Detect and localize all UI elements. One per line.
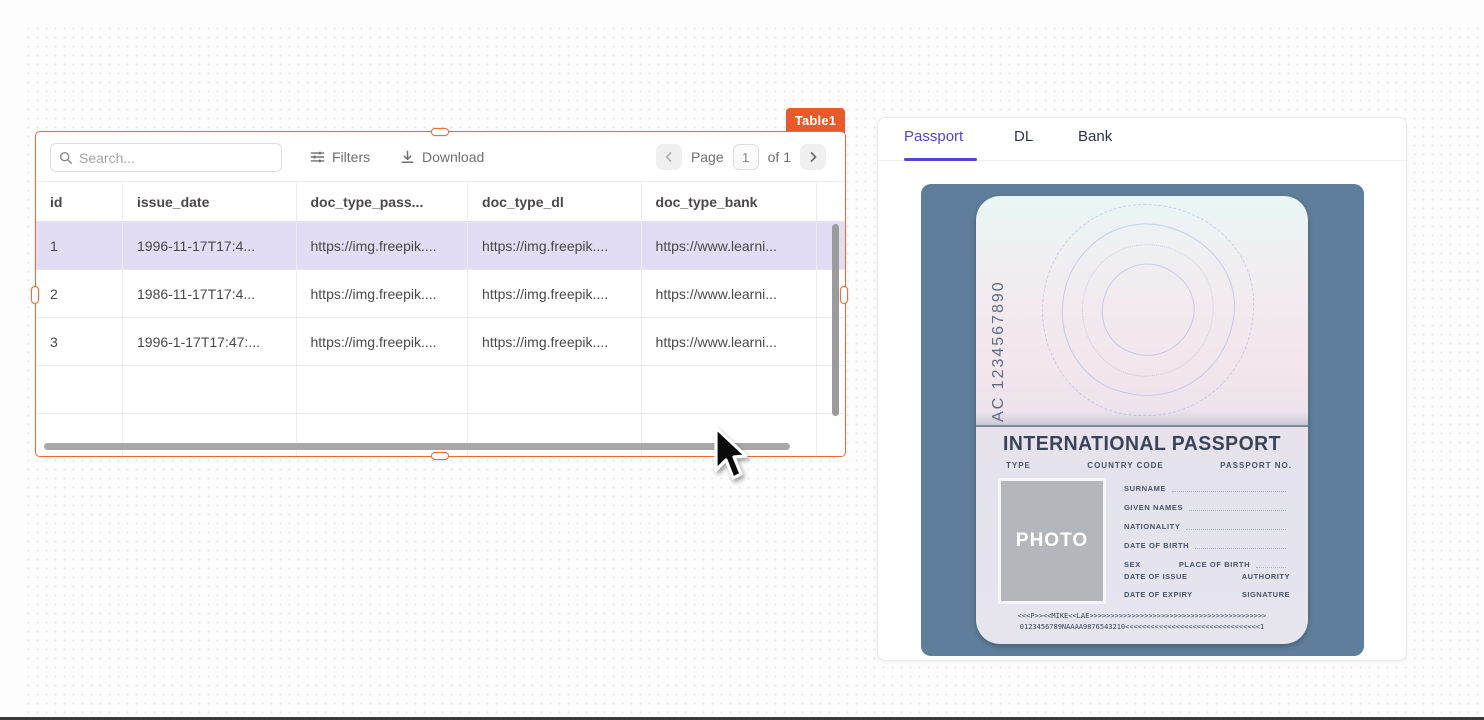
passport-fold xyxy=(976,412,1308,425)
photo-label: PHOTO xyxy=(1016,530,1088,552)
next-page-button[interactable] xyxy=(800,144,826,170)
table-toolbar: Filters Download Page of 1 xyxy=(36,132,845,182)
surname-label: SURNAME xyxy=(1124,484,1166,493)
page-label: Page xyxy=(691,149,724,165)
passport-header-fields: TYPE COUNTRY CODE PASSPORT NO. xyxy=(1006,461,1292,470)
passport-issue-fields: DATE OF ISSUE AUTHORITY DATE OF EXPIRY S… xyxy=(1124,572,1290,608)
column-header-doc-type-dl[interactable]: doc_type_dl xyxy=(468,182,642,221)
document-preview-card: Passport DL Bank AC 1234567890 INTERNATI… xyxy=(877,117,1407,661)
column-header-doc-type-bank[interactable]: doc_type_bank xyxy=(642,182,817,221)
resize-handle-right[interactable] xyxy=(840,286,848,304)
tab-bank[interactable]: Bank xyxy=(1078,128,1112,145)
cell-doc-type-dl[interactable]: https://img.freepik.... xyxy=(468,318,642,366)
date-of-birth-label: DATE OF BIRTH xyxy=(1124,541,1189,550)
chevron-right-icon xyxy=(807,151,819,163)
cell-doc-type-bank[interactable]: https://www.learni... xyxy=(642,270,817,318)
cell-doc-type-bank[interactable]: https://www.learni... xyxy=(642,318,817,366)
mouse-cursor-icon xyxy=(712,426,750,484)
cell-issue-date[interactable]: 1996-1-17T17:47:... xyxy=(123,318,297,366)
page-number-input[interactable] xyxy=(733,144,759,170)
cell-doc-type-pass[interactable]: https://img.freepik.... xyxy=(297,222,469,270)
mrz-line-1: <<<P>><<MIKE<<LAE>>>>>>>>>>>>>>>>>>>>>>>… xyxy=(976,611,1308,622)
cell-overflow xyxy=(817,222,845,270)
sex-label: SEX xyxy=(1124,560,1141,569)
country-code-label: COUNTRY CODE xyxy=(1087,461,1163,470)
download-button[interactable]: Download xyxy=(400,142,484,172)
table-row[interactable]: 2 1986-11-17T17:4... https://img.freepik… xyxy=(36,270,845,318)
date-of-expiry-label: DATE OF EXPIRY xyxy=(1124,590,1193,608)
active-tab-indicator xyxy=(904,158,977,161)
resize-handle-left[interactable] xyxy=(31,286,39,304)
column-header-overflow xyxy=(817,182,845,221)
signature-label: SIGNATURE xyxy=(1242,590,1290,608)
tab-passport[interactable]: Passport xyxy=(904,128,963,145)
cell-id[interactable]: 1 xyxy=(36,222,123,270)
photo-placeholder: PHOTO xyxy=(998,478,1106,604)
cell-doc-type-pass[interactable]: https://img.freepik.... xyxy=(297,318,469,366)
type-label: TYPE xyxy=(1006,461,1031,470)
resize-handle-bottom[interactable] xyxy=(431,452,449,460)
filters-label: Filters xyxy=(332,149,370,165)
nationality-label: NATIONALITY xyxy=(1124,522,1180,531)
table-row[interactable]: 3 1996-1-17T17:47:... https://img.freepi… xyxy=(36,318,845,366)
cell-doc-type-dl[interactable]: https://img.freepik.... xyxy=(468,270,642,318)
filters-button[interactable]: Filters xyxy=(310,142,370,172)
table-row[interactable]: 1 1996-11-17T17:4... https://img.freepik… xyxy=(36,222,845,270)
resize-handle-top[interactable] xyxy=(431,128,449,136)
passport-title: INTERNATIONAL PASSPORT xyxy=(981,433,1303,456)
widget-name-tag[interactable]: Table1 xyxy=(786,108,845,133)
cell-doc-type-dl[interactable]: https://img.freepik.... xyxy=(468,222,642,270)
cell-id[interactable]: 2 xyxy=(36,270,123,318)
passport-no-label: PASSPORT NO. xyxy=(1220,461,1292,470)
pagination: Page of 1 xyxy=(656,144,826,170)
cell-overflow xyxy=(817,318,845,366)
cell-issue-date[interactable]: 1986-11-17T17:4... xyxy=(123,270,297,318)
date-of-issue-label: DATE OF ISSUE xyxy=(1124,572,1187,590)
table-body: 1 1996-11-17T17:4... https://img.freepik… xyxy=(36,222,845,456)
search-box[interactable] xyxy=(50,143,282,172)
vertical-scrollbar[interactable] xyxy=(832,224,839,416)
given-names-label: GIVEN NAMES xyxy=(1124,503,1183,512)
passport-fields: SURNAME GIVEN NAMES NATIONALITY DATE OF … xyxy=(1124,484,1290,579)
filters-icon xyxy=(310,150,325,164)
tab-dl[interactable]: DL xyxy=(1014,128,1033,145)
passport-image: AC 1234567890 INTERNATIONAL PASSPORT TYP… xyxy=(921,184,1364,656)
cell-doc-type-bank[interactable]: https://www.learni... xyxy=(642,222,817,270)
cell-id[interactable]: 3 xyxy=(36,318,123,366)
column-header-issue-date[interactable]: issue_date xyxy=(123,182,297,221)
passport-page: AC 1234567890 INTERNATIONAL PASSPORT TYP… xyxy=(976,196,1308,644)
tab-bar: Passport DL Bank xyxy=(878,118,1406,161)
authority-label: AUTHORITY xyxy=(1242,572,1290,590)
table-widget[interactable]: Filters Download Page of 1 xyxy=(36,132,845,456)
horizontal-scrollbar[interactable] xyxy=(44,443,790,450)
column-header-id[interactable]: id xyxy=(36,182,123,221)
search-input[interactable] xyxy=(79,150,273,166)
place-of-birth-label: PLACE OF BIRTH xyxy=(1179,560,1250,569)
cell-doc-type-pass[interactable]: https://img.freepik.... xyxy=(297,270,469,318)
search-icon xyxy=(59,151,73,165)
table-row-empty xyxy=(36,366,845,414)
page-total-label: of 1 xyxy=(768,149,791,165)
passport-serial-number: AC 1234567890 xyxy=(990,212,1008,422)
mrz-line-2: 0123456789NAAAA9876543210<<<<<<<<<<<<<<<… xyxy=(976,622,1308,633)
table-header-row: id issue_date doc_type_pass... doc_type_… xyxy=(36,182,845,222)
prev-page-button[interactable] xyxy=(656,144,682,170)
download-label: Download xyxy=(422,149,484,165)
download-icon xyxy=(400,150,415,165)
column-header-doc-type-pass[interactable]: doc_type_pass... xyxy=(297,182,469,221)
chevron-left-icon xyxy=(663,151,675,163)
cell-issue-date[interactable]: 1996-11-17T17:4... xyxy=(123,222,297,270)
passport-mrz: <<<P>><<MIKE<<LAE>>>>>>>>>>>>>>>>>>>>>>>… xyxy=(976,611,1308,633)
